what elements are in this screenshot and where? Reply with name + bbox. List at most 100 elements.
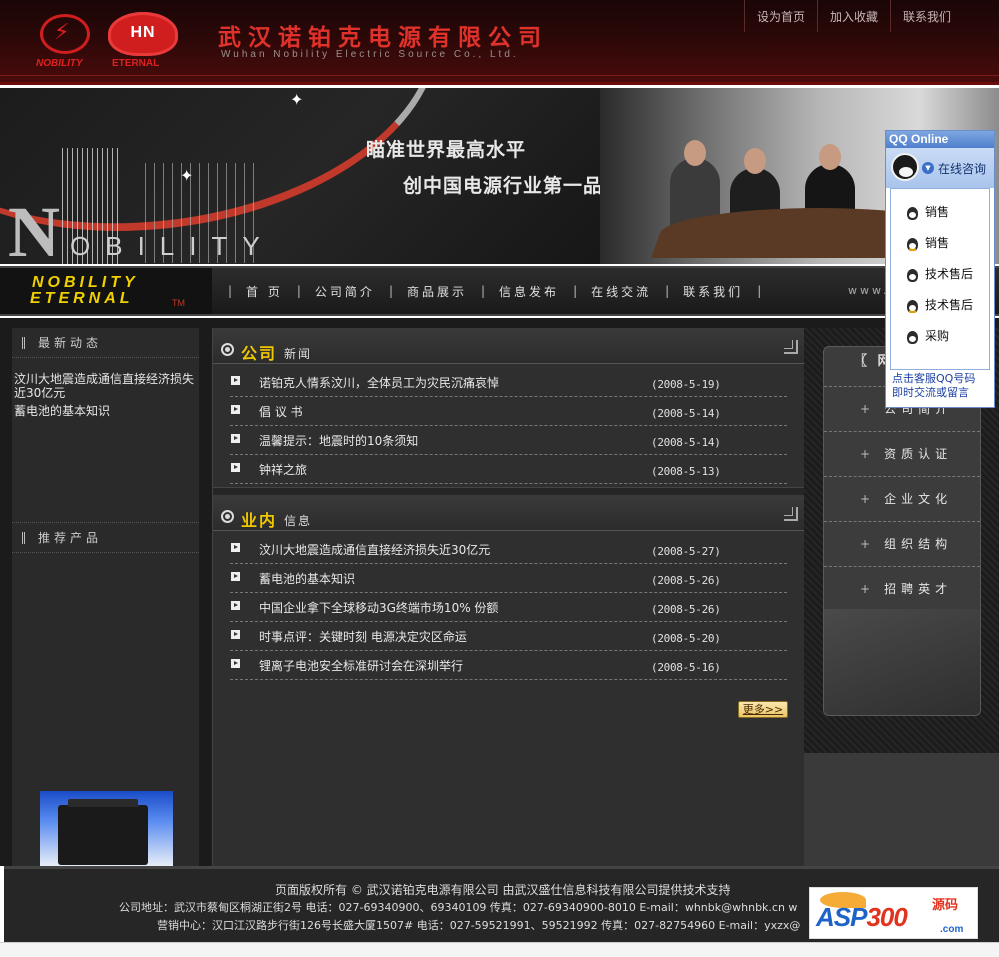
qq-contact-purchasing[interactable]: 采购 <box>891 321 989 352</box>
set-homepage-link[interactable]: 设为首页 <box>743 0 817 32</box>
news-date: (2008-5-19) <box>651 378 721 391</box>
nav-online-chat[interactable]: 在线交流 <box>587 283 655 300</box>
latest-news-item[interactable]: 汶川大地震造成通信直接经济损失近30亿元 <box>14 372 199 400</box>
news-date: (2008-5-16) <box>651 661 721 674</box>
qq-contact-support[interactable]: 技术售后 <box>891 290 989 321</box>
footer-address: 公司地址：武汉市蔡甸区桐湖正街2号 电话：027-69340900、693401… <box>119 901 798 914</box>
news-date: (2008-5-26) <box>651 574 721 587</box>
company-news-list: 诺铂克人情系汶川，全体员工为灾民沉痛哀悼 (2008-5-19) 倡 议 书 (20… <box>213 364 804 484</box>
hero-banner: ✦ ✦ N OBILITY 瞄准世界最高水平 创中国电源行业第一品牌 <box>0 88 999 264</box>
bullet-icon <box>231 376 240 385</box>
news-title-link[interactable]: 钟祥之旅 <box>259 461 307 478</box>
qq-widget-footer[interactable]: 点击客服QQ号码 即时交流或留言 <box>886 370 994 400</box>
asp300-watermark-logo[interactable]: ASP300 源码 .com <box>809 887 978 939</box>
nav-items: | 首 页 | 公司简介 | 商品展示 | 信息发布 | 在线交流 | 联系我们… <box>218 268 771 314</box>
company-news-heading-highlight: 公司 <box>241 344 278 363</box>
qq-widget-title: QQ Online <box>886 131 994 148</box>
nav-brand-logo[interactable]: NOBILITY ETERNAL TM <box>0 268 212 314</box>
list-item: 倡 议 书 (2008-5-14) <box>230 397 787 426</box>
news-date: (2008-5-26) <box>651 603 721 616</box>
nav-products[interactable]: 商品展示 <box>403 283 471 300</box>
asp300-logo-domain: .com <box>940 924 964 935</box>
list-item: 诺铂克人情系汶川，全体员工为灾民沉痛哀悼 (2008-5-19) <box>230 368 787 397</box>
asp300-logo-text: ASP300 <box>816 902 908 933</box>
latest-news-header: 最新动态 <box>12 328 199 358</box>
list-item: 中国企业拿下全球移动3G终端市场10% 份额 (2008-5-26) <box>230 593 787 622</box>
latest-news-item[interactable]: 蓄电池的基本知识 <box>14 404 199 418</box>
qq-penguin-icon <box>891 153 919 181</box>
latest-news-title: 最新动态 <box>38 336 103 350</box>
qq-online-icon <box>907 300 918 313</box>
chevron-down-icon[interactable]: ▼ <box>922 162 934 174</box>
news-title-link[interactable]: 温馨提示：地震时的10条须知 <box>259 432 418 449</box>
nobility-logo[interactable]: ⚡ NOBILITY <box>36 12 96 70</box>
asp300-logo-blue: ASP <box>816 902 867 932</box>
qq-contact-label: 销售 <box>925 236 950 250</box>
company-name-en: Wuhan Nobility Electric Source Co., Ltd. <box>221 49 519 60</box>
news-title-link[interactable]: 诺铂克人情系汶川，全体员工为灾民沉痛哀悼 <box>259 374 499 391</box>
qq-contact-label: 采购 <box>925 329 950 343</box>
more-button[interactable]: 更多>> <box>738 701 788 718</box>
company-news-heading-rest: 新闻 <box>284 347 313 361</box>
right-sidebar-bottom <box>804 753 999 866</box>
news-title-link[interactable]: 锂离子电池安全标准研讨会在深圳举行 <box>259 657 463 674</box>
about-menu-item[interactable]: + 组织结构 <box>824 522 980 567</box>
list-item: 锂离子电池安全标准研讨会在深圳举行 (2008-5-16) <box>230 651 787 680</box>
center-column: 公司 新闻 诺铂克人情系汶川，全体员工为灾民沉痛哀悼 (2008-5-19) 倡 … <box>212 328 804 866</box>
qq-consult-label: 在线咨询 <box>938 162 987 176</box>
right-sidebar: 〖 网 + 公司简介 + 资质认证 + 企业文化 + 组织结构 + 招聘英才 <box>804 328 999 866</box>
left-sidebar: 最新动态 汶川大地震造成通信直接经济损失近30亿元 蓄电池的基本知识 推荐产品 <box>12 328 199 866</box>
qq-contact-sales[interactable]: 销售 <box>891 228 989 259</box>
nav-contact[interactable]: 联系我们 <box>679 283 747 300</box>
eternal-logo[interactable]: HN ETERNAL <box>102 10 186 70</box>
qq-offline-icon <box>907 269 918 282</box>
qq-contact-sales[interactable]: 销售 <box>891 197 989 228</box>
recommend-products-header: 推荐产品 <box>12 523 199 553</box>
news-title-link[interactable]: 蓄电池的基本知识 <box>259 570 355 587</box>
nav-brand-line2: ETERNAL <box>30 290 134 307</box>
news-title-link[interactable]: 时事点评：关键时刻 电源决定灾区命运 <box>259 628 467 645</box>
battery-icon <box>58 799 148 865</box>
qq-consult-bar[interactable]: ▼ 在线咨询 <box>886 148 994 188</box>
bullet-icon <box>231 572 240 581</box>
about-menu-item-label: 招聘英才 <box>884 582 953 596</box>
nav-separator: | <box>481 284 486 298</box>
recommended-product-image[interactable] <box>40 791 173 866</box>
about-menu-item[interactable]: + 资质认证 <box>824 432 980 477</box>
nav-news[interactable]: 信息发布 <box>495 283 563 300</box>
bullet-icon <box>231 463 240 472</box>
add-favorite-link[interactable]: 加入收藏 <box>816 0 890 32</box>
plus-icon: + <box>860 537 871 551</box>
recommend-section: 推荐产品 <box>12 522 199 553</box>
plus-icon: + <box>860 447 871 461</box>
list-item: 钟祥之旅 (2008-5-13) <box>230 455 787 484</box>
qq-footer-line1: 点击客服QQ号码 <box>892 372 976 385</box>
gear-icon: HN <box>108 12 178 56</box>
about-menu-item[interactable]: + 企业文化 <box>824 477 980 522</box>
industry-news-header: 业内 信息 <box>213 495 804 531</box>
nav-separator: | <box>757 284 762 298</box>
latest-news-list: 汶川大地震造成通信直接经济损失近30亿元 蓄电池的基本知识 <box>12 358 199 522</box>
section-divider <box>213 487 804 495</box>
main-navigation: NOBILITY ETERNAL TM | 首 页 | 公司简介 | 商品展示 … <box>0 266 999 316</box>
nav-separator: | <box>296 284 301 298</box>
list-item: 温馨提示：地震时的10条须知 (2008-5-14) <box>230 426 787 455</box>
nav-home[interactable]: 首 页 <box>242 283 287 300</box>
section-bar-icon <box>22 532 25 544</box>
news-title-link[interactable]: 中国企业拿下全球移动3G终端市场10% 份额 <box>259 599 498 616</box>
nav-about[interactable]: 公司简介 <box>311 283 379 300</box>
news-title-link[interactable]: 倡 议 书 <box>259 403 303 420</box>
about-menu-item[interactable]: + 招聘英才 <box>824 567 980 612</box>
qq-contact-support[interactable]: 技术售后 <box>891 259 989 290</box>
industry-news-heading-rest: 信息 <box>284 514 313 528</box>
about-menu-item-label: 资质认证 <box>884 447 953 461</box>
news-date: (2008-5-13) <box>651 465 721 478</box>
banner-slogan-line1: 瞄准世界最高水平 <box>366 139 527 161</box>
industry-news-heading-highlight: 业内 <box>241 511 278 530</box>
section-bar-icon <box>22 337 25 349</box>
nobility-logo-text: NOBILITY <box>36 58 83 69</box>
contact-us-link[interactable]: 联系我们 <box>889 0 963 32</box>
news-date: (2008-5-27) <box>651 545 721 558</box>
news-date: (2008-5-14) <box>651 436 721 449</box>
news-title-link[interactable]: 汶川大地震造成通信直接经济损失近30亿元 <box>259 541 490 558</box>
